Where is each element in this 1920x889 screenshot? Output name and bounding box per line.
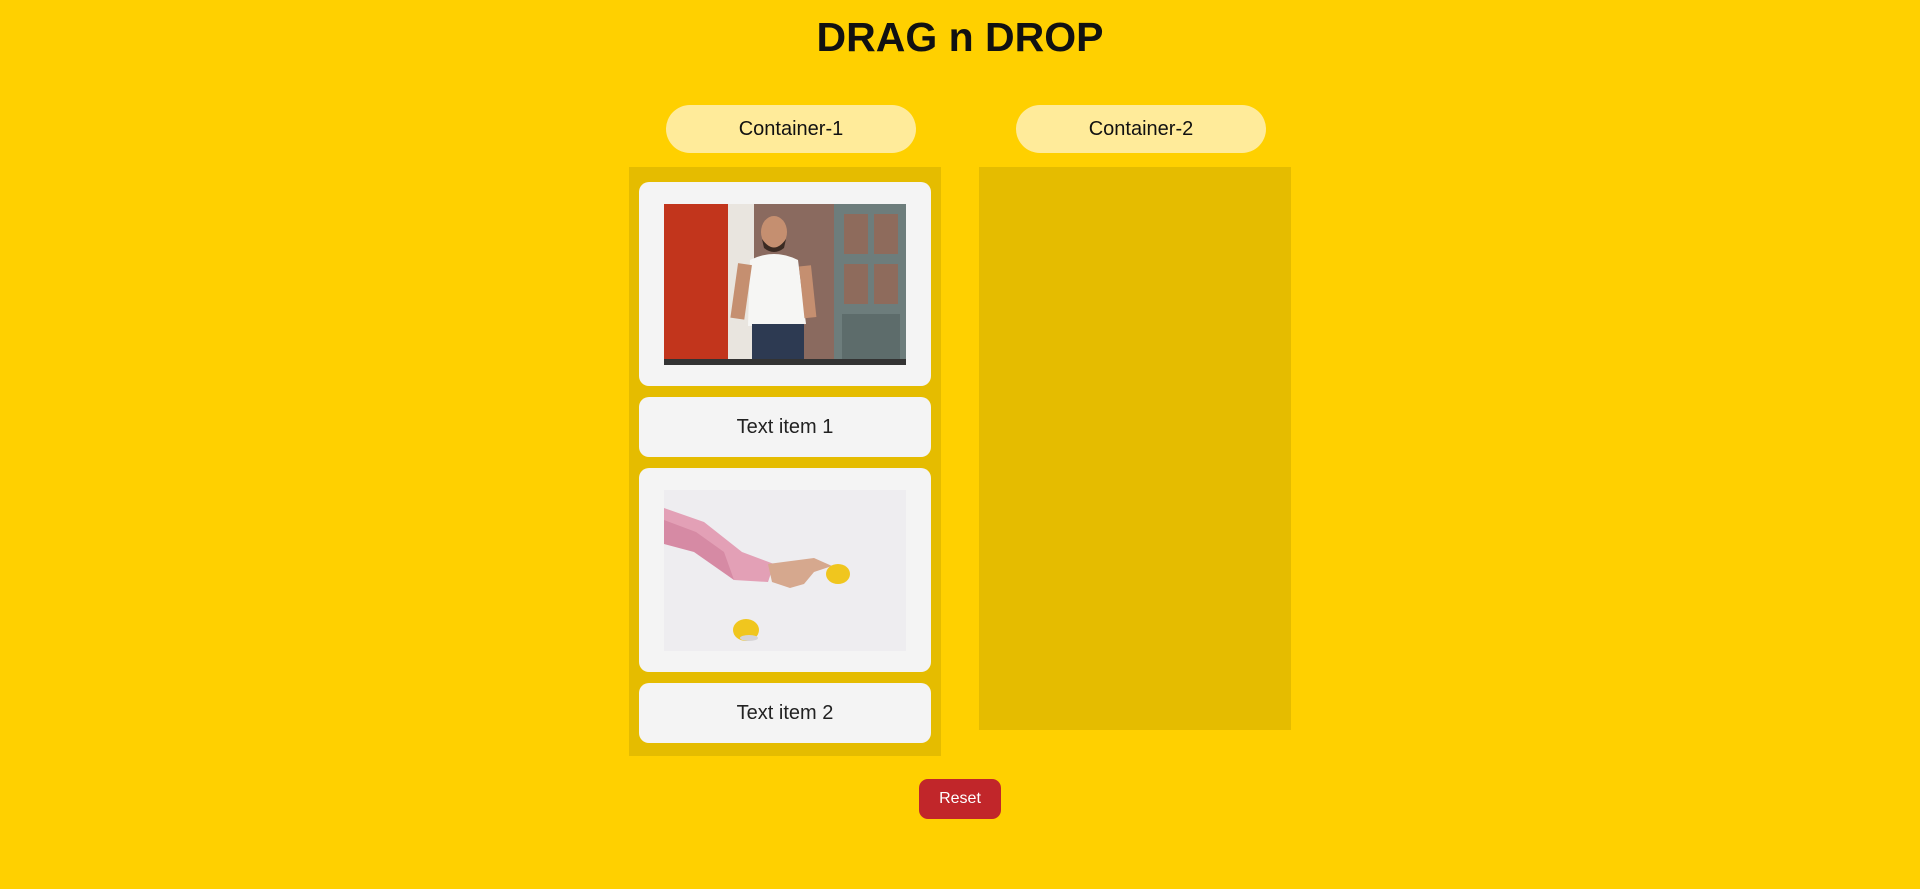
man-leaning-photo (664, 203, 906, 365)
draggable-text-item-2[interactable]: Text item 2 (639, 683, 931, 743)
draggable-image-item-2[interactable] (639, 468, 931, 672)
page-title: DRAG n DROP (816, 14, 1104, 60)
draggable-image-item-1[interactable] (639, 182, 931, 386)
container-2-dropzone[interactable] (979, 167, 1291, 730)
container-2-label: Container-2 (1016, 105, 1266, 153)
draggable-text-item-1[interactable]: Text item 1 (639, 397, 931, 457)
reset-button[interactable]: Reset (919, 779, 1001, 819)
container-1-dropzone[interactable]: Text item 1 Text item 2 (629, 167, 941, 756)
container-1-label: Container-1 (666, 105, 916, 153)
hand-with-lemons-photo (664, 489, 906, 651)
